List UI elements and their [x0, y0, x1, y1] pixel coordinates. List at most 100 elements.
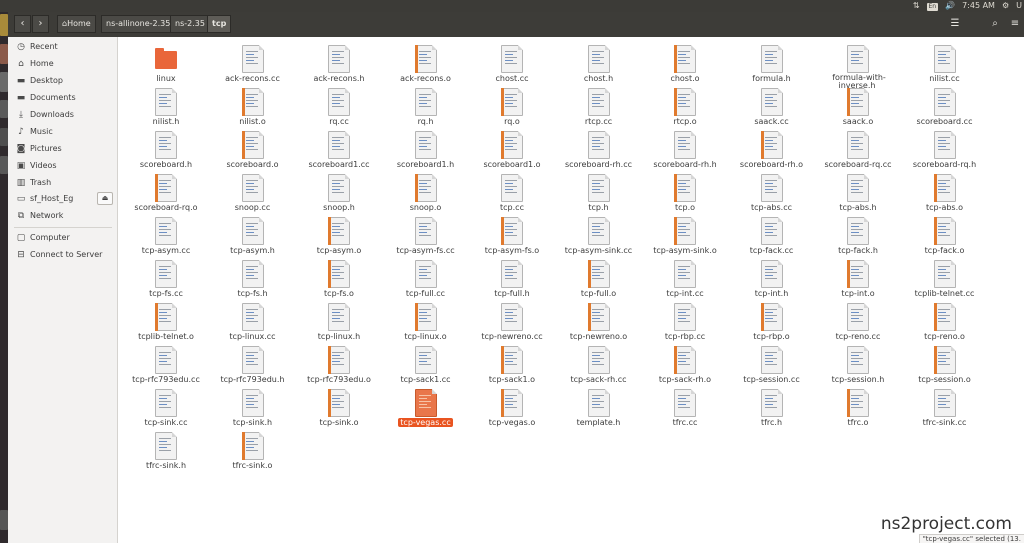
file-item[interactable]: chost.cc: [469, 41, 555, 85]
launcher-item[interactable]: [0, 100, 8, 118]
breadcrumb-home[interactable]: ⌂Home: [57, 15, 96, 33]
file-item[interactable]: snoop.o: [383, 170, 469, 214]
file-item[interactable]: tcp-reno.cc: [815, 299, 901, 343]
file-item[interactable]: scoreboard.o: [210, 127, 296, 171]
file-item[interactable]: tcp-asym-fs.o: [469, 213, 555, 257]
file-item[interactable]: tfrc-sink.cc: [902, 385, 988, 429]
file-item[interactable]: rtcp.cc: [556, 84, 642, 128]
file-item[interactable]: scoreboard1.o: [469, 127, 555, 171]
file-item[interactable]: nilist.o: [210, 84, 296, 128]
file-item[interactable]: tcp-int.o: [815, 256, 901, 300]
file-item[interactable]: tcp-fs.cc: [123, 256, 209, 300]
sidebar-item-network[interactable]: ⧉ Network: [8, 208, 117, 224]
file-item[interactable]: ack-recons.o: [383, 41, 469, 85]
file-item[interactable]: formula.h: [729, 41, 815, 85]
breadcrumb-ns-2-35[interactable]: ns-2.35: [170, 15, 210, 33]
file-item[interactable]: nilist.h: [123, 84, 209, 128]
file-item[interactable]: scoreboard-rq.o: [123, 170, 209, 214]
file-item[interactable]: tcp-int.h: [729, 256, 815, 300]
file-item[interactable]: scoreboard.h: [123, 127, 209, 171]
file-item[interactable]: scoreboard1.cc: [296, 127, 382, 171]
file-item[interactable]: scoreboard-rh.o: [729, 127, 815, 171]
file-item[interactable]: linux: [123, 41, 209, 85]
file-item[interactable]: template.h: [556, 385, 642, 429]
file-item[interactable]: ack-recons.h: [296, 41, 382, 85]
launcher-item[interactable]: [0, 72, 8, 92]
breadcrumb-tcp[interactable]: tcp: [207, 15, 232, 33]
sidebar-item-videos[interactable]: ▣ Videos: [8, 158, 117, 174]
file-item[interactable]: tcp-linux.cc: [210, 299, 296, 343]
file-item[interactable]: tcp-sack-rh.o: [642, 342, 728, 386]
launcher-item[interactable]: [0, 128, 8, 146]
file-item[interactable]: tcp-vegas.o: [469, 385, 555, 429]
file-item[interactable]: scoreboard-rh.h: [642, 127, 728, 171]
back-button[interactable]: ‹: [14, 15, 31, 33]
launcher-item[interactable]: [0, 510, 8, 530]
file-item[interactable]: rq.o: [469, 84, 555, 128]
file-item[interactable]: tcp-fs.o: [296, 256, 382, 300]
keyboard-layout-indicator[interactable]: En: [926, 0, 939, 12]
file-item[interactable]: tcplib-telnet.o: [123, 299, 209, 343]
file-item[interactable]: tcp-sink.cc: [123, 385, 209, 429]
file-item[interactable]: tcp-reno.o: [902, 299, 988, 343]
file-item[interactable]: tcp-asym-sink.cc: [556, 213, 642, 257]
file-item[interactable]: scoreboard-rq.h: [902, 127, 988, 171]
sidebar-item-desktop[interactable]: ▬ Desktop: [8, 73, 117, 89]
file-item[interactable]: tfrc-sink.o: [210, 428, 296, 472]
file-item[interactable]: tcp-linux.o: [383, 299, 469, 343]
file-item[interactable]: tcp-asym.h: [210, 213, 296, 257]
file-item[interactable]: scoreboard.cc: [902, 84, 988, 128]
sidebar-item-connect-to-server[interactable]: ⊟ Connect to Server: [8, 247, 117, 263]
file-item[interactable]: tcp-sink.o: [296, 385, 382, 429]
file-item[interactable]: scoreboard-rq.cc: [815, 127, 901, 171]
file-item[interactable]: tcp-fack.o: [902, 213, 988, 257]
forward-button[interactable]: ›: [32, 15, 49, 33]
file-item[interactable]: rtcp.o: [642, 84, 728, 128]
file-item[interactable]: ack-recons.cc: [210, 41, 296, 85]
file-item[interactable]: tcp-fs.h: [210, 256, 296, 300]
file-item[interactable]: tcp-fack.cc: [729, 213, 815, 257]
hamburger-menu-icon[interactable]: ≡: [1005, 15, 1024, 33]
file-item[interactable]: tcp.cc: [469, 170, 555, 214]
file-item[interactable]: tcp-full.h: [469, 256, 555, 300]
sidebar-item-recent[interactable]: ◷ Recent: [8, 39, 117, 55]
sidebar-item-music[interactable]: ♪ Music: [8, 124, 117, 140]
file-item[interactable]: chost.o: [642, 41, 728, 85]
file-item[interactable]: tcp-abs.cc: [729, 170, 815, 214]
file-item[interactable]: tcp-asym.cc: [123, 213, 209, 257]
file-item[interactable]: tcp-rfc793edu.cc: [123, 342, 209, 386]
file-item[interactable]: tfrc.o: [815, 385, 901, 429]
file-item[interactable]: snoop.cc: [210, 170, 296, 214]
file-item[interactable]: tcp-linux.h: [296, 299, 382, 343]
file-item[interactable]: scoreboard1.h: [383, 127, 469, 171]
sidebar-item-downloads[interactable]: ⤓ Downloads: [8, 107, 117, 123]
file-item[interactable]: tcp-rbp.o: [729, 299, 815, 343]
file-item[interactable]: tcplib-telnet.cc: [902, 256, 988, 300]
file-item[interactable]: tfrc.cc: [642, 385, 728, 429]
file-item[interactable]: tfrc.h: [729, 385, 815, 429]
network-updown-icon[interactable]: ⇅: [913, 0, 920, 12]
file-item[interactable]: nilist.cc: [902, 41, 988, 85]
file-item[interactable]: tcp-full.o: [556, 256, 642, 300]
file-item[interactable]: tcp-sack1.o: [469, 342, 555, 386]
file-item[interactable]: chost.h: [556, 41, 642, 85]
breadcrumb-ns-allinone[interactable]: ns-allinone-2.35: [101, 15, 176, 33]
file-item[interactable]: tcp-full.cc: [383, 256, 469, 300]
user-menu[interactable]: U: [1016, 0, 1022, 12]
file-item[interactable]: tcp-fack.h: [815, 213, 901, 257]
launcher-item[interactable]: [0, 14, 8, 36]
file-item[interactable]: saack.o: [815, 84, 901, 128]
sidebar-item-trash[interactable]: ▥ Trash: [8, 175, 117, 191]
clock[interactable]: 7:45 AM: [962, 0, 995, 12]
search-icon[interactable]: ⌕: [985, 15, 1005, 33]
gear-icon[interactable]: ⚙: [1002, 0, 1009, 12]
file-item[interactable]: tcp.o: [642, 170, 728, 214]
file-item[interactable]: tcp-rfc793edu.h: [210, 342, 296, 386]
launcher-item[interactable]: [0, 44, 8, 64]
list-view-icon[interactable]: ☰: [945, 15, 965, 33]
volume-icon[interactable]: 🔊: [945, 0, 955, 12]
file-item[interactable]: tcp-sack1.cc: [383, 342, 469, 386]
sidebar-item-home[interactable]: ⌂ Home: [8, 56, 117, 72]
file-item[interactable]: tcp-abs.o: [902, 170, 988, 214]
eject-icon[interactable]: ⏏: [97, 192, 113, 205]
